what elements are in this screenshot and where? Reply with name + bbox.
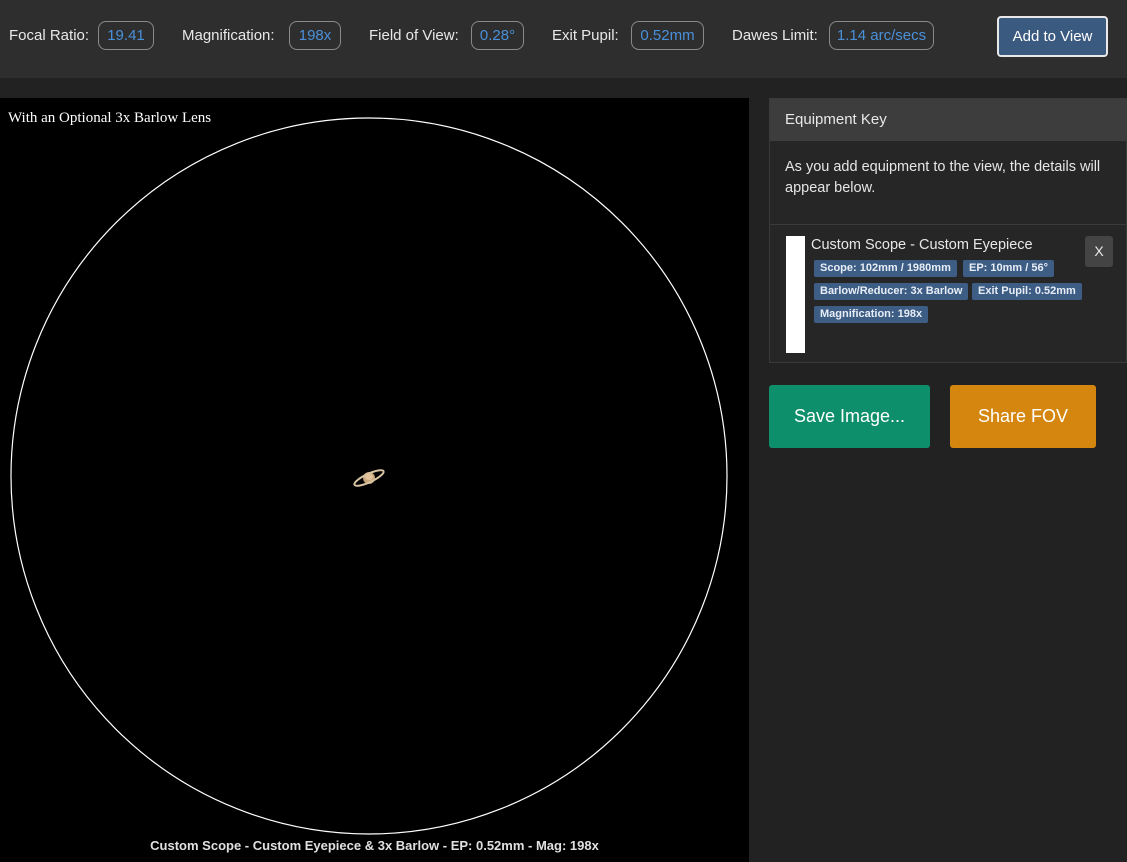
fov-viewer: With an Optional 3x Barlow Lens Custom S…: [0, 98, 749, 862]
panel-divider: [770, 224, 1127, 225]
viewer-title: With an Optional 3x Barlow Lens: [8, 110, 212, 126]
magnification-badge: Magnification: 198x: [814, 306, 929, 323]
eyepiece-badge: EP: 10mm / 56°: [963, 260, 1054, 277]
scope-badge: Scope: 102mm / 1980mm: [814, 260, 957, 277]
equipment-color-swatch: [786, 236, 805, 353]
equipment-key-panel: Equipment Key As you add equipment to th…: [769, 98, 1127, 363]
barlow-badge: Barlow/Reducer: 3x Barlow: [814, 283, 969, 300]
focal-ratio-value: 19.41: [98, 21, 154, 50]
save-image-button[interactable]: Save Image...: [769, 385, 930, 448]
magnification-value: 198x: [289, 21, 341, 50]
equipment-key-description: As you add equipment to the view, the de…: [785, 159, 1101, 196]
field-of-view-value: 0.28°: [471, 21, 524, 50]
add-to-view-button[interactable]: Add to View: [997, 16, 1108, 57]
exit-pupil-label: Exit Pupil:: [552, 27, 619, 44]
field-of-view-label: Field of View:: [369, 27, 459, 44]
equipment-key-header: Equipment Key: [770, 99, 1127, 141]
stats-bar: Focal Ratio: 19.41 Magnification: 198x F…: [0, 0, 1127, 78]
focal-ratio-label: Focal Ratio:: [9, 27, 90, 44]
exit-pupil-badge: Exit Pupil: 0.52mm: [972, 283, 1082, 300]
remove-equipment-button[interactable]: X: [1085, 236, 1113, 267]
share-fov-button[interactable]: Share FOV: [950, 385, 1096, 448]
equipment-item-title: Custom Scope - Custom Eyepiece: [811, 237, 1033, 253]
magnification-label: Magnification:: [182, 27, 275, 44]
viewer-caption: Custom Scope - Custom Eyepiece & 3x Barl…: [150, 838, 599, 853]
exit-pupil-value: 0.52mm: [631, 21, 704, 50]
saturn-icon: [353, 469, 385, 487]
dawes-limit-value: 1.14 arc/secs: [829, 21, 934, 50]
fov-canvas: [10, 117, 728, 835]
dawes-limit-label: Dawes Limit:: [732, 27, 818, 44]
